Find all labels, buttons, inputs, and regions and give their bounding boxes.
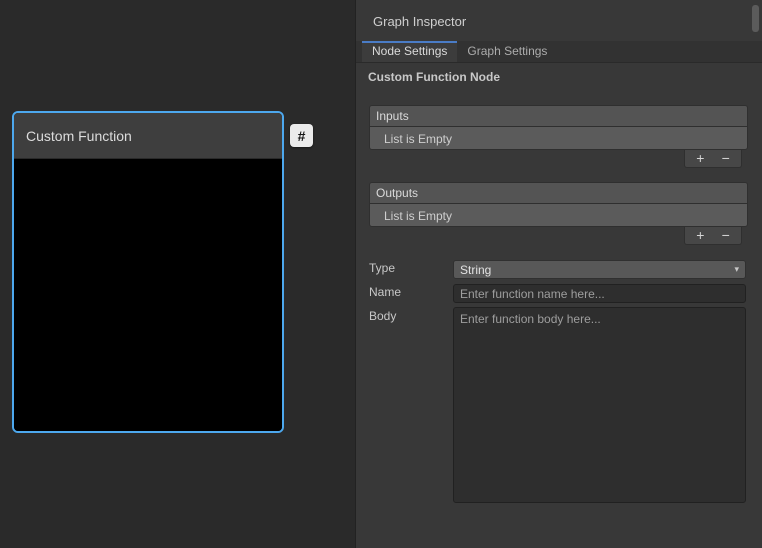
graph-inspector-panel: Graph Inspector Node Settings Graph Sett…: [355, 0, 762, 548]
node-title: Custom Function: [26, 128, 132, 144]
inspector-tabs: Node Settings Graph Settings: [356, 41, 762, 63]
inputs-list-footer: + −: [684, 150, 742, 168]
vertical-scrollbar[interactable]: [751, 0, 761, 548]
chevron-down-icon: ▾: [734, 265, 739, 274]
type-label: Type: [369, 261, 395, 275]
body-label: Body: [369, 309, 396, 323]
inputs-add-button[interactable]: +: [690, 151, 710, 166]
outputs-list-footer: + −: [684, 227, 742, 245]
outputs-remove-button[interactable]: −: [716, 228, 736, 243]
function-name-input[interactable]: [453, 284, 746, 303]
outputs-add-button[interactable]: +: [690, 228, 710, 243]
section-title: Custom Function Node: [368, 70, 500, 84]
type-dropdown[interactable]: String ▾: [453, 260, 746, 279]
tab-node-settings[interactable]: Node Settings: [362, 41, 457, 62]
inputs-empty-row: List is Empty: [369, 126, 748, 150]
graph-canvas[interactable]: Custom Function #: [0, 0, 355, 548]
outputs-list-header: Outputs: [369, 182, 748, 203]
hash-badge-icon[interactable]: #: [290, 124, 313, 147]
node-title-bar[interactable]: Custom Function: [14, 113, 282, 159]
panel-title: Graph Inspector: [373, 14, 466, 29]
outputs-list: Outputs List is Empty + −: [369, 182, 748, 227]
outputs-empty-row: List is Empty: [369, 203, 748, 227]
name-label: Name: [369, 285, 401, 299]
function-body-textarea[interactable]: [453, 307, 746, 503]
scrollbar-thumb[interactable]: [752, 5, 759, 32]
node-preview: [14, 159, 282, 431]
inputs-remove-button[interactable]: −: [716, 151, 736, 166]
inputs-list: Inputs List is Empty + −: [369, 105, 748, 150]
custom-function-node[interactable]: Custom Function: [12, 111, 284, 433]
inputs-list-header: Inputs: [369, 105, 748, 126]
type-dropdown-value: String: [460, 263, 491, 277]
tab-graph-settings[interactable]: Graph Settings: [457, 41, 557, 62]
